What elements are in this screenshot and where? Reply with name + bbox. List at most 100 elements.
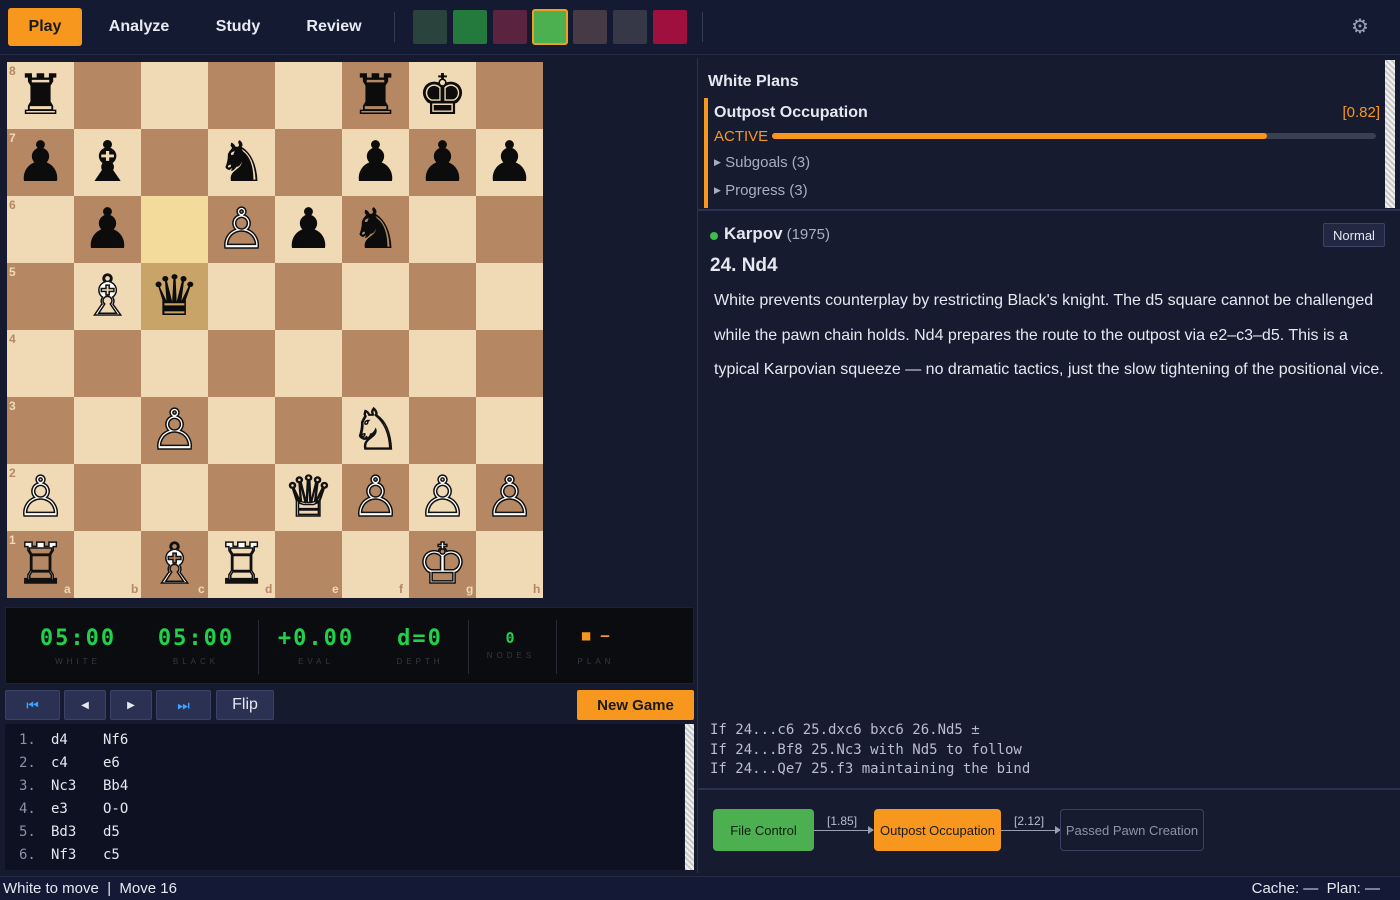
piece-d6[interactable]: ♙ xyxy=(208,196,275,263)
white-move[interactable]: Bd3 xyxy=(51,824,76,840)
square-h8[interactable] xyxy=(476,62,543,129)
square-b2[interactable] xyxy=(74,464,141,531)
square-c4[interactable] xyxy=(141,330,208,397)
square-g3[interactable] xyxy=(409,397,476,464)
square-d8[interactable] xyxy=(208,62,275,129)
next-move-button[interactable]: ▶ xyxy=(110,690,152,720)
square-g6[interactable] xyxy=(409,196,476,263)
move-row[interactable]: 1. d4 Nf6 xyxy=(5,732,684,755)
mode-badge[interactable]: Normal xyxy=(1323,223,1385,247)
piece-a8[interactable]: ♜ xyxy=(7,62,74,129)
piece-f6[interactable]: ♞ xyxy=(342,196,409,263)
square-b8[interactable] xyxy=(74,62,141,129)
tab-review[interactable]: Review xyxy=(294,8,374,46)
subgoals-expander[interactable]: ▶ Subgoals (3) xyxy=(714,154,810,171)
square-g5[interactable] xyxy=(409,263,476,330)
piece-f2[interactable]: ♙ xyxy=(342,464,409,531)
theme-swatch[interactable] xyxy=(653,10,687,44)
move-row[interactable]: 2. c4 e6 xyxy=(5,755,684,778)
square-e5[interactable] xyxy=(275,263,342,330)
chess-board[interactable]: 8 7 6 5 4 3 2 1 a b c d e f g h ♜ ♜ ♚ ♟ ♝ ♞ ♟ ♟ ♟ ♟ ♙ ♟ ♞ ♗ ♛ ♙ ♘ ♙ ♕ ♙ ♙ ♙ ♖ ♗… xyxy=(7,62,543,598)
square-h6[interactable] xyxy=(476,196,543,263)
tab-analyze[interactable]: Analyze xyxy=(96,8,182,46)
piece-c5[interactable]: ♛ xyxy=(141,263,208,330)
square-c8[interactable] xyxy=(141,62,208,129)
piece-h2[interactable]: ♙ xyxy=(476,464,543,531)
square-f4[interactable] xyxy=(342,330,409,397)
flow-node-outpost-occupation[interactable]: Outpost Occupation xyxy=(874,809,1001,851)
flip-board-button[interactable]: Flip xyxy=(216,690,274,720)
square-d5[interactable] xyxy=(208,263,275,330)
white-move[interactable]: e3 xyxy=(51,801,68,817)
move-row[interactable]: 6. Nf3 c5 xyxy=(5,847,684,870)
black-move[interactable]: O-O xyxy=(103,801,128,817)
white-move[interactable]: c4 xyxy=(51,755,68,771)
square-a3[interactable] xyxy=(7,397,74,464)
new-game-button[interactable]: New Game xyxy=(577,690,694,720)
piece-c3[interactable]: ♙ xyxy=(141,397,208,464)
theme-swatch[interactable] xyxy=(532,9,568,45)
square-b3[interactable] xyxy=(74,397,141,464)
square-h4[interactable] xyxy=(476,330,543,397)
tab-play[interactable]: Play xyxy=(8,8,82,46)
piece-f3[interactable]: ♘ xyxy=(342,397,409,464)
square-c6[interactable] xyxy=(141,196,208,263)
piece-e6[interactable]: ♟ xyxy=(275,196,342,263)
first-move-button[interactable]: ⏮ xyxy=(5,690,60,720)
flow-node-passed-pawn-creation[interactable]: Passed Pawn Creation xyxy=(1060,809,1204,851)
move-row[interactable]: 3. Nc3 Bb4 xyxy=(5,778,684,801)
tab-study[interactable]: Study xyxy=(200,8,276,46)
square-e3[interactable] xyxy=(275,397,342,464)
square-c2[interactable] xyxy=(141,464,208,531)
move-list[interactable]: 1. d4 Nf6 2. c4 e6 3. Nc3 Bb4 4. e3 O-O 5. Bd3 d5 6. Nf3… xyxy=(5,724,684,870)
theme-swatch[interactable] xyxy=(413,10,447,44)
move-row[interactable]: 5. Bd3 d5 xyxy=(5,824,684,847)
square-a6[interactable] xyxy=(7,196,74,263)
white-move[interactable]: Nc3 xyxy=(51,778,76,794)
gear-icon[interactable]: ⚙ xyxy=(1349,16,1371,38)
move-list-scrollbar[interactable] xyxy=(685,724,694,870)
square-h5[interactable] xyxy=(476,263,543,330)
square-d4[interactable] xyxy=(208,330,275,397)
square-a5[interactable] xyxy=(7,263,74,330)
move-row[interactable]: 4. e3 O-O xyxy=(5,801,684,824)
theme-swatch[interactable] xyxy=(573,10,607,44)
square-b4[interactable] xyxy=(74,330,141,397)
square-g4[interactable] xyxy=(409,330,476,397)
square-h3[interactable] xyxy=(476,397,543,464)
piece-b7[interactable]: ♝ xyxy=(74,129,141,196)
piece-g8[interactable]: ♚ xyxy=(409,62,476,129)
square-f5[interactable] xyxy=(342,263,409,330)
black-move[interactable]: d5 xyxy=(103,824,120,840)
theme-swatch[interactable] xyxy=(493,10,527,44)
black-move[interactable]: e6 xyxy=(103,755,120,771)
plans-scrollbar[interactable] xyxy=(1385,60,1395,208)
black-move[interactable]: c5 xyxy=(103,847,120,863)
square-e8[interactable] xyxy=(275,62,342,129)
piece-g7[interactable]: ♟ xyxy=(409,129,476,196)
progress-expander[interactable]: ▶ Progress (3) xyxy=(714,182,808,199)
piece-a2[interactable]: ♙ xyxy=(7,464,74,531)
square-e4[interactable] xyxy=(275,330,342,397)
piece-g2[interactable]: ♙ xyxy=(409,464,476,531)
last-move-button[interactable]: ⏭ xyxy=(156,690,211,720)
black-move[interactable]: Bb4 xyxy=(103,778,128,794)
square-d2[interactable] xyxy=(208,464,275,531)
theme-swatch[interactable] xyxy=(613,10,647,44)
white-move[interactable]: Nf3 xyxy=(51,847,76,863)
piece-f7[interactable]: ♟ xyxy=(342,129,409,196)
square-a4[interactable] xyxy=(7,330,74,397)
piece-e2[interactable]: ♕ xyxy=(275,464,342,531)
piece-c1[interactable]: ♗ xyxy=(141,531,208,598)
piece-g1[interactable]: ♔ xyxy=(409,531,476,598)
piece-b5[interactable]: ♗ xyxy=(74,263,141,330)
plan-card[interactable]: Outpost Occupation [0.82] ACTIVE ▶ Subgo… xyxy=(704,98,1384,208)
piece-h7[interactable]: ♟ xyxy=(476,129,543,196)
square-d3[interactable] xyxy=(208,397,275,464)
black-move[interactable]: Nf6 xyxy=(103,732,128,748)
theme-swatch[interactable] xyxy=(453,10,487,44)
piece-d7[interactable]: ♞ xyxy=(208,129,275,196)
flow-node-file-control[interactable]: File Control xyxy=(713,809,814,851)
white-move[interactable]: d4 xyxy=(51,732,68,748)
piece-b6[interactable]: ♟ xyxy=(74,196,141,263)
